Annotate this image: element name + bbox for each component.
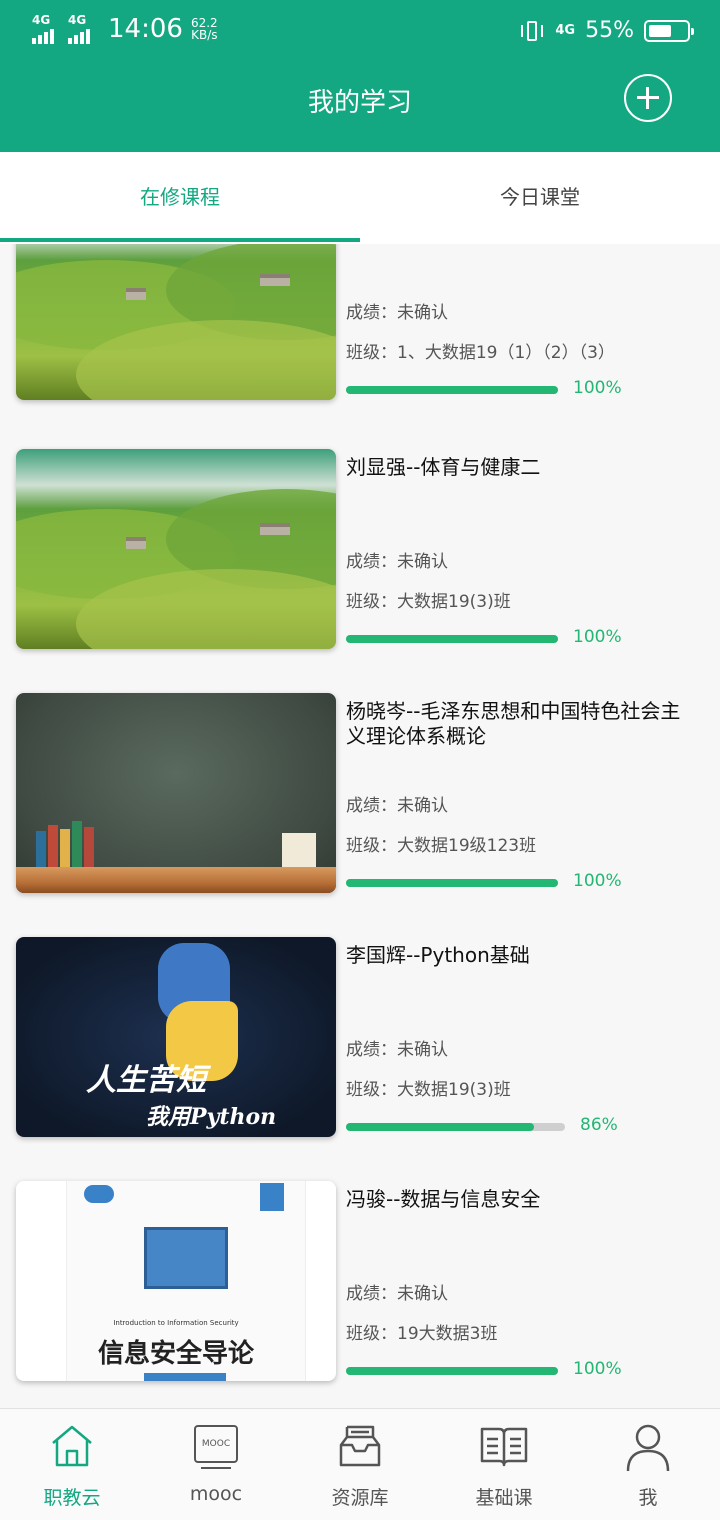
nav-label: 基础课 xyxy=(475,1487,533,1509)
tab-current-courses[interactable]: 在修课程 xyxy=(0,152,360,244)
progress-bar xyxy=(346,635,558,643)
nav-label: mooc xyxy=(189,1483,243,1505)
progress-percent: 86% xyxy=(580,1115,618,1135)
course-grade: 成绩：未确认 xyxy=(346,1040,448,1060)
thumbnail-text: Introduction to Information Security xyxy=(113,1319,239,1327)
tab-label: 在修课程 xyxy=(140,185,220,209)
bottom-nav: 职教云 MOOC mooc 资源库 基础课 我 xyxy=(0,1408,720,1520)
course-title: 杨晓岑--毛泽东思想和中国特色社会主义理论体系概论 xyxy=(346,699,681,748)
clock: 14:06 xyxy=(108,14,183,44)
course-title: 刘显强--体育与健康二 xyxy=(346,455,541,479)
active-tab-indicator xyxy=(0,238,360,242)
course-thumbnail xyxy=(16,693,336,893)
mooc-icon-text: MOOC xyxy=(201,1439,231,1449)
network-type: 4G xyxy=(555,23,576,38)
course-title: 冯骏--数据与信息安全 xyxy=(346,1187,541,1211)
course-thumbnail: 人生苦短 我用Python xyxy=(16,937,336,1137)
course-thumbnail xyxy=(16,449,336,649)
nav-label: 职教云 xyxy=(43,1487,101,1509)
progress-percent: 100% xyxy=(573,871,622,891)
thumbnail-text: 人生苦短 xyxy=(86,1063,206,1098)
battery-icon xyxy=(644,19,694,42)
signal-icon: 4G xyxy=(68,14,100,44)
thumbnail-text: 我用Python xyxy=(146,1104,277,1130)
computer-icon xyxy=(144,1227,228,1289)
app-header: 我的学习 xyxy=(0,64,720,152)
status-bar: 4G 4G 14:06 62.2 KB/s 4G 55% xyxy=(0,0,720,64)
nav-item-resources[interactable]: 资源库 xyxy=(288,1409,432,1520)
progress-percent: 100% xyxy=(573,627,622,647)
network-type: 4G xyxy=(68,13,87,27)
network-type: 4G xyxy=(32,13,51,27)
nav-item-me[interactable]: 我 xyxy=(576,1409,720,1520)
nav-item-basic-courses[interactable]: 基础课 xyxy=(432,1409,576,1520)
page-title: 我的学习 xyxy=(307,88,412,118)
tab-label: 今日课堂 xyxy=(500,185,580,209)
progress-bar xyxy=(346,386,558,394)
inbox-icon xyxy=(339,1425,381,1467)
course-card[interactable]: 成绩：未确认 班级：1、大数据19（1）（2）（3） 100% xyxy=(0,244,720,400)
progress-percent: 100% xyxy=(573,378,622,398)
mooc-icon: MOOC xyxy=(194,1425,238,1463)
book-icon xyxy=(480,1427,528,1467)
progress-percent: 100% xyxy=(573,1359,622,1379)
tab-bar: 在修课程 今日课堂 xyxy=(0,152,720,244)
course-grade: 成绩：未确认 xyxy=(346,1284,448,1304)
course-class: 班级：19大数据3班 xyxy=(346,1324,498,1344)
course-grade: 成绩：未确认 xyxy=(346,303,448,323)
home-icon xyxy=(52,1425,92,1467)
course-card[interactable]: Introduction to Information Security 信息安… xyxy=(0,1181,720,1381)
nav-label: 我 xyxy=(638,1487,658,1509)
course-thumbnail: Introduction to Information Security 信息安… xyxy=(16,1181,336,1381)
user-icon xyxy=(626,1424,670,1472)
add-course-button[interactable] xyxy=(624,74,672,122)
thumbnail-text: 信息安全导论 xyxy=(97,1339,254,1369)
course-list[interactable]: 成绩：未确认 班级：1、大数据19（1）（2）（3） 100% 刘显强--体育与… xyxy=(0,244,720,1408)
publisher-logo xyxy=(84,1185,114,1203)
signal-icon: 4G xyxy=(32,14,64,44)
nav-label: 资源库 xyxy=(331,1487,389,1509)
course-grade: 成绩：未确认 xyxy=(346,552,448,572)
course-thumbnail xyxy=(16,244,336,400)
nav-item-mooc[interactable]: MOOC mooc xyxy=(144,1409,288,1520)
course-grade: 成绩：未确认 xyxy=(346,796,448,816)
battery-percent: 55% xyxy=(585,18,634,43)
course-card[interactable]: 刘显强--体育与健康二 成绩：未确认 班级：大数据19(3)班 100% xyxy=(0,449,720,649)
course-card[interactable]: 人生苦短 我用Python 李国辉--Python基础 成绩：未确认 班级：大数… xyxy=(0,937,720,1137)
course-title: 李国辉--Python基础 xyxy=(346,943,530,967)
course-class: 班级：大数据19级123班 xyxy=(346,836,537,856)
course-class: 班级：大数据19(3)班 xyxy=(346,592,511,612)
speed-unit: KB/s xyxy=(191,28,218,42)
course-card[interactable]: 杨晓岑--毛泽东思想和中国特色社会主义理论体系概论 成绩：未确认 班级：大数据1… xyxy=(0,693,720,893)
course-class: 班级：1、大数据19（1）（2）（3） xyxy=(346,343,615,363)
nav-item-zhijiaoyun[interactable]: 职教云 xyxy=(0,1409,144,1520)
progress-bar xyxy=(346,879,558,887)
course-class: 班级：大数据19(3)班 xyxy=(346,1080,511,1100)
tab-today-class[interactable]: 今日课堂 xyxy=(360,152,720,244)
progress-bar xyxy=(346,1123,565,1131)
vibrate-icon xyxy=(519,19,545,43)
network-speed: 62.2 KB/s xyxy=(191,17,218,41)
progress-bar xyxy=(346,1367,558,1375)
